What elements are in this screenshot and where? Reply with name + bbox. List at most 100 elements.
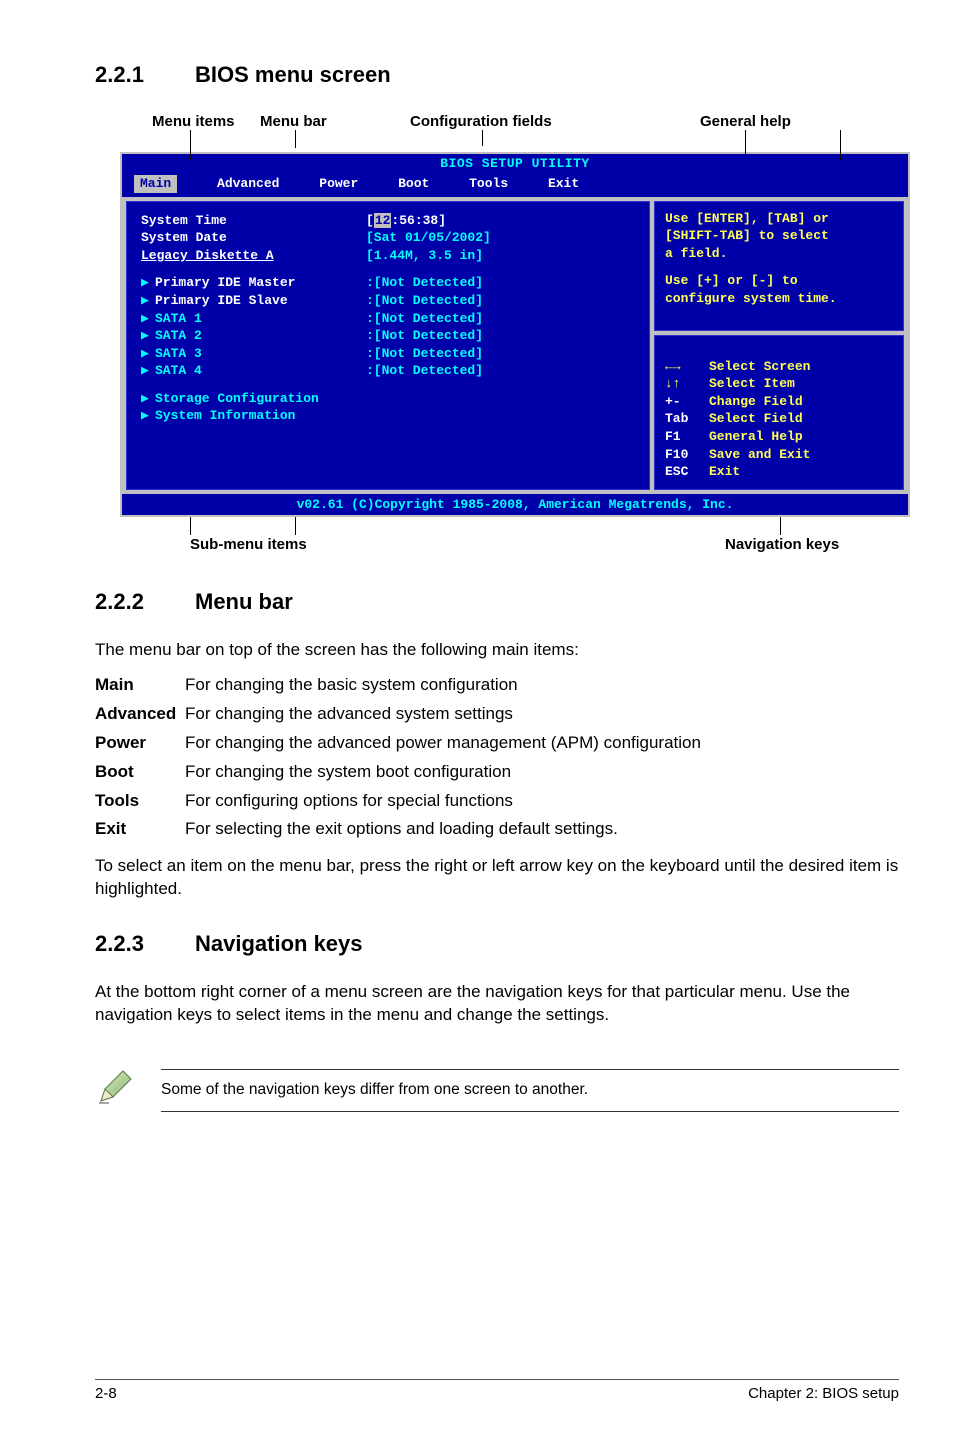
submenu-storage[interactable]: Storage Configuration — [155, 391, 319, 406]
callout-tick — [295, 517, 296, 535]
value-not-detected: :[Not Detected] — [366, 327, 635, 345]
bios-nav-box: ←→Select Screen ↓↑Select Item +-Change F… — [654, 335, 904, 490]
heading-223: 2.2.3Navigation keys — [95, 929, 899, 959]
submenu-sata2[interactable]: SATA 2 — [155, 328, 202, 343]
navkey-d: Select Screen — [709, 358, 810, 376]
navkey-d: Change Field — [709, 393, 803, 411]
field-system-date-label[interactable]: System Date — [141, 229, 366, 247]
heading-223-title: Navigation keys — [195, 931, 363, 956]
callout-tick — [840, 130, 841, 160]
diagram-top-labels: Menu items Menu bar Configuration fields… — [120, 112, 910, 152]
callout-tick — [745, 130, 746, 160]
value-not-detected: :[Not Detected] — [366, 362, 635, 380]
field-legacy-label[interactable]: Legacy Diskette A — [141, 247, 366, 265]
navkey-d: Exit — [709, 463, 740, 481]
def-term: Advanced — [95, 703, 185, 726]
label-navigation-keys: Navigation keys — [725, 535, 839, 555]
def-term: Main — [95, 674, 185, 697]
bios-left-pane: System Time [12:56:38] System Date [Sat … — [126, 201, 650, 490]
heading-222-num: 2.2.2 — [95, 587, 195, 617]
field-system-time-value[interactable]: [12:56:38] — [366, 212, 635, 230]
bios-menubar[interactable]: Main Advanced Power Boot Tools Exit — [122, 173, 908, 197]
help-line: [SHIFT-TAB] to select — [665, 227, 893, 245]
navkey-d: Select Item — [709, 375, 795, 393]
bios-diagram: Menu items Menu bar Configuration fields… — [120, 112, 910, 557]
navkey-k: F10 — [665, 446, 709, 464]
navkeys-paragraph: At the bottom right corner of a menu scr… — [95, 981, 899, 1027]
def-term: Tools — [95, 790, 185, 813]
navkey-k: +- — [665, 393, 709, 411]
navkey-k: ↓↑ — [665, 375, 709, 393]
heading-221-title: BIOS menu screen — [195, 62, 391, 87]
def-desc: For selecting the exit options and loadi… — [185, 818, 899, 841]
bios-title: BIOS SETUP UTILITY — [122, 154, 908, 174]
def-desc: For changing the advanced system setting… — [185, 703, 899, 726]
value-not-detected: :[Not Detected] — [366, 310, 635, 328]
heading-223-num: 2.2.3 — [95, 929, 195, 959]
def-desc: For changing the advanced power manageme… — [185, 732, 899, 755]
label-menu-bar: Menu bar — [260, 112, 327, 132]
def-term: Exit — [95, 818, 185, 841]
field-system-date-value[interactable]: [Sat 01/05/2002] — [366, 229, 635, 247]
navkey-k: ESC — [665, 463, 709, 481]
submenu-sysinfo[interactable]: System Information — [155, 408, 295, 423]
def-desc: For changing the basic system configurat… — [185, 674, 899, 697]
callout-tick — [190, 130, 191, 160]
biosmenu-boot[interactable]: Boot — [398, 175, 429, 193]
bios-box: BIOS SETUP UTILITY Main Advanced Power B… — [120, 152, 910, 517]
help-line: configure system time. — [665, 290, 893, 308]
heading-222: 2.2.2Menu bar — [95, 587, 899, 617]
label-config-fields: Configuration fields — [410, 112, 552, 132]
navkey-d: Save and Exit — [709, 446, 810, 464]
biosmenu-advanced[interactable]: Advanced — [217, 175, 279, 193]
biosmenu-power[interactable]: Power — [319, 175, 358, 193]
submenu-sata1[interactable]: SATA 1 — [155, 311, 202, 326]
submenu-pide-slave[interactable]: Primary IDE Slave — [155, 293, 288, 308]
submenu-pide-master[interactable]: Primary IDE Master — [155, 275, 295, 290]
chevron-right-icon: ▶ — [141, 362, 155, 380]
chevron-right-icon: ▶ — [141, 390, 155, 408]
navkey-k: ←→ — [665, 358, 709, 376]
def-term: Power — [95, 732, 185, 755]
navkey-k: F1 — [665, 428, 709, 446]
help-line: a field. — [665, 245, 893, 263]
help-line: Use [ENTER], [TAB] or — [665, 210, 893, 228]
chevron-right-icon: ▶ — [141, 274, 155, 292]
field-system-time-label[interactable]: System Time — [141, 212, 366, 230]
note-text: Some of the navigation keys differ from … — [161, 1080, 899, 1101]
navkey-k: Tab — [665, 410, 709, 428]
submenu-sata3[interactable]: SATA 3 — [155, 346, 202, 361]
bios-footer: v02.61 (C)Copyright 1985-2008, American … — [122, 494, 908, 516]
navkey-d: General Help — [709, 428, 803, 446]
def-desc: For configuring options for special func… — [185, 790, 899, 813]
divider — [161, 1111, 899, 1112]
def-term: Boot — [95, 761, 185, 784]
value-not-detected: :[Not Detected] — [366, 292, 635, 310]
diagram-bottom-labels: Sub-menu items Navigation keys — [120, 517, 910, 557]
chevron-right-icon: ▶ — [141, 327, 155, 345]
def-desc: For changing the system boot configurati… — [185, 761, 899, 784]
callout-tick — [482, 130, 483, 146]
heading-222-title: Menu bar — [195, 589, 293, 614]
heading-221: 2.2.1BIOS menu screen — [95, 60, 899, 90]
chevron-right-icon: ▶ — [141, 345, 155, 363]
field-legacy-value[interactable]: [1.44M, 3.5 in] — [366, 247, 635, 265]
chapter-title: Chapter 2: BIOS setup — [748, 1384, 899, 1404]
callout-tick — [295, 130, 296, 148]
chevron-right-icon: ▶ — [141, 292, 155, 310]
biosmenu-tools[interactable]: Tools — [469, 175, 508, 193]
menubar-definitions: MainFor changing the basic system config… — [95, 674, 899, 842]
value-not-detected: :[Not Detected] — [366, 345, 635, 363]
biosmenu-main[interactable]: Main — [134, 175, 177, 193]
chevron-right-icon: ▶ — [141, 407, 155, 425]
callout-tick — [190, 517, 191, 535]
note-block: Some of the navigation keys differ from … — [95, 1067, 899, 1114]
navkey-d: Select Field — [709, 410, 803, 428]
bios-help-box: Use [ENTER], [TAB] or [SHIFT-TAB] to sel… — [654, 201, 904, 331]
chevron-right-icon: ▶ — [141, 310, 155, 328]
divider — [161, 1069, 899, 1070]
biosmenu-exit[interactable]: Exit — [548, 175, 579, 193]
pencil-icon — [95, 1067, 135, 1114]
submenu-sata4[interactable]: SATA 4 — [155, 363, 202, 378]
page-footer: 2-8 Chapter 2: BIOS setup — [95, 1379, 899, 1404]
